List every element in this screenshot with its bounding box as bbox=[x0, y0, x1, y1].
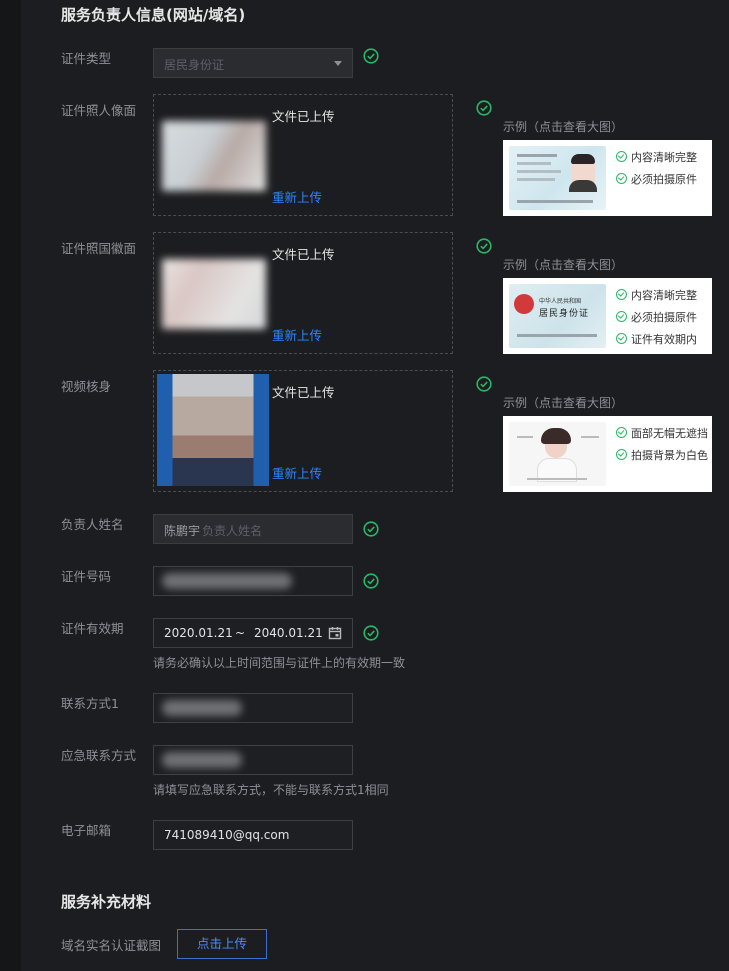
id-type-value: 居民身份证 bbox=[164, 58, 225, 72]
upload-status: 文件已上传 bbox=[272, 109, 335, 124]
left-gutter bbox=[0, 0, 21, 971]
validity-hint: 请务必确认以上时间范围与证件上的有效期一致 bbox=[153, 656, 406, 670]
id-type-label: 证件类型 bbox=[61, 51, 112, 66]
success-check-icon bbox=[476, 100, 492, 116]
phone1-label: 联系方式1 bbox=[61, 696, 119, 711]
redacted-value bbox=[162, 700, 242, 716]
calendar-icon[interactable] bbox=[328, 626, 342, 640]
id-type-select[interactable]: 居民身份证 bbox=[153, 48, 353, 78]
upload-status: 文件已上传 bbox=[272, 385, 335, 400]
section-title-supplementary: 服务补充材料 bbox=[61, 893, 152, 911]
emblem-icon bbox=[514, 294, 534, 314]
success-check-icon bbox=[363, 625, 379, 641]
id-front-thumbnail bbox=[162, 121, 266, 191]
example-card-video[interactable]: 面部无帽无遮挡 拍摄背景为白色 bbox=[503, 416, 712, 492]
video-label: 视频核身 bbox=[61, 379, 112, 394]
redacted-value bbox=[162, 573, 292, 589]
name-input[interactable]: 陈鹏宇 负责人姓名 bbox=[153, 514, 353, 544]
card-text: 中华人民共和国 bbox=[539, 298, 582, 305]
success-check-icon bbox=[476, 238, 492, 254]
success-check-icon bbox=[476, 376, 492, 392]
email-value: 741089410@qq.com bbox=[164, 828, 290, 842]
name-label: 负责人姓名 bbox=[61, 517, 124, 532]
end-date: 2040.01.21 bbox=[254, 626, 323, 640]
domain-screenshot-label: 域名实名认证截图 bbox=[61, 938, 162, 953]
example-item: 必须拍摄原件 bbox=[616, 171, 697, 187]
check-icon bbox=[616, 333, 627, 344]
reupload-link[interactable]: 重新上传 bbox=[272, 187, 322, 206]
chevron-down-icon bbox=[334, 61, 342, 66]
phone1-input[interactable] bbox=[153, 693, 353, 723]
video-upload-box[interactable]: 文件已上传 重新上传 bbox=[153, 370, 453, 492]
reupload-link[interactable]: 重新上传 bbox=[272, 463, 322, 482]
check-icon bbox=[616, 427, 627, 438]
reupload-link[interactable]: 重新上传 bbox=[272, 325, 322, 344]
success-check-icon bbox=[363, 48, 379, 64]
name-value: 陈鹏宇 bbox=[164, 524, 201, 538]
id-back-thumbnail bbox=[162, 259, 266, 329]
id-number-label: 证件号码 bbox=[61, 569, 112, 584]
upload-status: 文件已上传 bbox=[272, 247, 335, 262]
section-title-responsible-person: 服务负责人信息(网站/域名) bbox=[61, 6, 246, 24]
date-range-picker[interactable]: 2020.01.21 ~ 2040.01.21 bbox=[153, 618, 353, 648]
emergency-contact-hint: 请填写应急联系方式，不能与联系方式1相同 bbox=[153, 783, 389, 797]
start-date: 2020.01.21 bbox=[164, 626, 233, 640]
example-item: 必须拍摄原件 bbox=[616, 309, 697, 325]
check-icon bbox=[616, 151, 627, 162]
email-label: 电子邮箱 bbox=[61, 823, 112, 838]
check-icon bbox=[616, 311, 627, 322]
example-card-front[interactable]: 内容清晰完整 必须拍摄原件 bbox=[503, 140, 712, 216]
example-title[interactable]: 示例（点击查看大图） bbox=[503, 118, 623, 135]
check-icon bbox=[616, 289, 627, 300]
check-icon bbox=[616, 449, 627, 460]
check-icon bbox=[616, 173, 627, 184]
example-id-front-image bbox=[509, 146, 606, 210]
success-check-icon bbox=[363, 573, 379, 589]
example-id-back-image: 中华人民共和国 居民身份证 bbox=[509, 284, 606, 348]
id-number-input[interactable] bbox=[153, 566, 353, 596]
upload-button[interactable]: 点击上传 bbox=[177, 929, 267, 959]
id-front-upload-box[interactable]: 文件已上传 重新上传 bbox=[153, 94, 453, 216]
example-item: 证件有效期内 bbox=[616, 331, 697, 347]
example-card-back[interactable]: 中华人民共和国 居民身份证 内容清晰完整 必须拍摄原件 证件有效期内 bbox=[503, 278, 712, 354]
id-front-label: 证件照人像面 bbox=[61, 103, 137, 118]
example-item: 内容清晰完整 bbox=[616, 149, 697, 165]
validity-label: 证件有效期 bbox=[61, 621, 124, 636]
name-placeholder: 负责人姓名 bbox=[202, 524, 263, 538]
email-input[interactable]: 741089410@qq.com bbox=[153, 820, 353, 850]
example-item: 面部无帽无遮挡 bbox=[616, 425, 708, 441]
example-item: 拍摄背景为白色 bbox=[616, 447, 708, 463]
redacted-value bbox=[162, 752, 242, 768]
success-check-icon bbox=[363, 521, 379, 537]
card-text: 居民身份证 bbox=[539, 309, 590, 319]
emergency-contact-label: 应急联系方式 bbox=[61, 748, 137, 763]
video-thumbnail bbox=[157, 374, 269, 486]
emergency-contact-input[interactable] bbox=[153, 745, 353, 775]
example-selfie-image bbox=[509, 422, 606, 486]
example-item: 内容清晰完整 bbox=[616, 287, 697, 303]
example-title[interactable]: 示例（点击查看大图） bbox=[503, 394, 623, 411]
range-separator: ~ bbox=[235, 626, 246, 640]
id-back-upload-box[interactable]: 文件已上传 重新上传 bbox=[153, 232, 453, 354]
example-title[interactable]: 示例（点击查看大图） bbox=[503, 256, 623, 273]
id-back-label: 证件照国徽面 bbox=[61, 241, 137, 256]
